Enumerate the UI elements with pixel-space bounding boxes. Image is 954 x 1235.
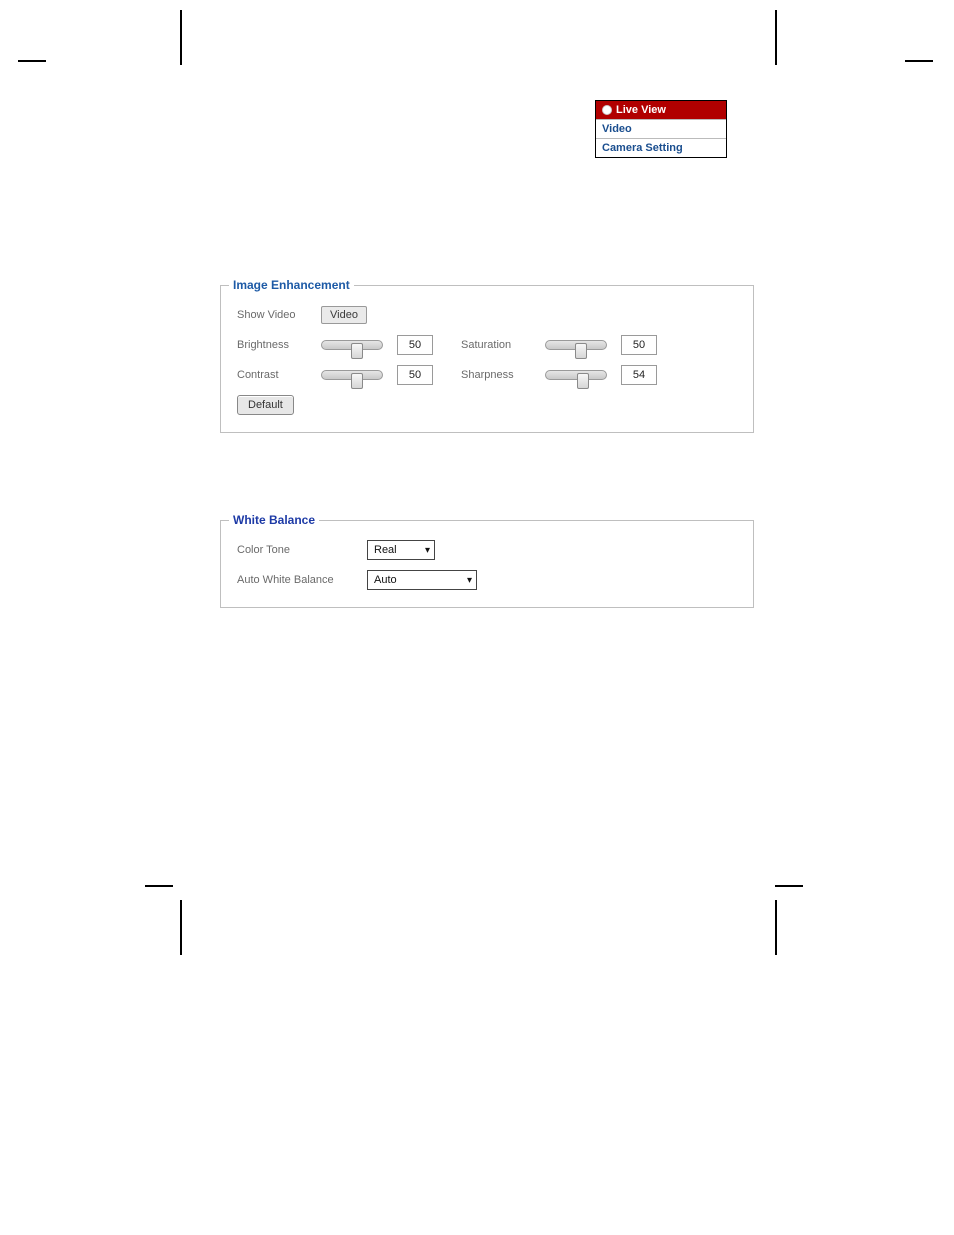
contrast-sharpness-row: Contrast 50 Sharpness 54 [237, 360, 737, 390]
bullet-icon [602, 105, 612, 115]
sharpness-slider[interactable] [545, 370, 607, 380]
default-button[interactable]: Default [237, 395, 294, 415]
brightness-slider[interactable] [321, 340, 383, 350]
group-legend: White Balance [229, 513, 319, 527]
contrast-slider[interactable] [321, 370, 383, 380]
brightness-label: Brightness [237, 339, 321, 351]
nav-label: Camera Setting [602, 142, 683, 154]
brightness-value[interactable]: 50 [397, 335, 433, 355]
saturation-slider[interactable] [545, 340, 607, 350]
crop-mark [145, 885, 173, 887]
nav-video[interactable]: Video [596, 119, 726, 138]
auto-white-balance-label: Auto White Balance [237, 574, 367, 586]
chevron-down-icon: ▾ [425, 545, 430, 556]
slider-thumb-icon [575, 343, 587, 359]
saturation-value[interactable]: 50 [621, 335, 657, 355]
group-legend: Image Enhancement [229, 278, 354, 292]
brightness-saturation-row: Brightness 50 Saturation 50 [237, 330, 737, 360]
nav-box: Live View Video Camera Setting [595, 100, 727, 158]
contrast-value[interactable]: 50 [397, 365, 433, 385]
select-value: Auto [374, 574, 397, 586]
crop-mark [775, 885, 803, 887]
nav-camera-setting[interactable]: Camera Setting [596, 138, 726, 157]
sharpness-value[interactable]: 54 [621, 365, 657, 385]
color-tone-row: Color Tone Real ▾ [237, 535, 737, 565]
crop-mark [775, 10, 777, 65]
crop-mark [18, 60, 46, 62]
crop-mark [775, 900, 777, 955]
saturation-label: Saturation [461, 339, 545, 351]
auto-white-balance-row: Auto White Balance Auto ▾ [237, 565, 737, 595]
auto-white-balance-select[interactable]: Auto ▾ [367, 570, 477, 590]
default-row: Default [237, 390, 737, 420]
show-video-row: Show Video Video [237, 300, 737, 330]
slider-thumb-icon [351, 373, 363, 389]
nav-label: Live View [616, 104, 666, 116]
crop-mark [905, 60, 933, 62]
crop-mark [180, 900, 182, 955]
chevron-down-icon: ▾ [467, 575, 472, 586]
nav-live-view[interactable]: Live View [596, 101, 726, 119]
show-video-label: Show Video [237, 309, 321, 321]
slider-thumb-icon [351, 343, 363, 359]
white-balance-group: White Balance Color Tone Real ▾ Auto Whi… [220, 520, 754, 608]
video-button[interactable]: Video [321, 306, 367, 324]
nav-label: Video [602, 123, 632, 135]
sharpness-label: Sharpness [461, 369, 545, 381]
color-tone-label: Color Tone [237, 544, 367, 556]
image-enhancement-group: Image Enhancement Show Video Video Brigh… [220, 285, 754, 433]
select-value: Real [374, 544, 397, 556]
contrast-label: Contrast [237, 369, 321, 381]
crop-mark [180, 10, 182, 65]
slider-thumb-icon [577, 373, 589, 389]
color-tone-select[interactable]: Real ▾ [367, 540, 435, 560]
